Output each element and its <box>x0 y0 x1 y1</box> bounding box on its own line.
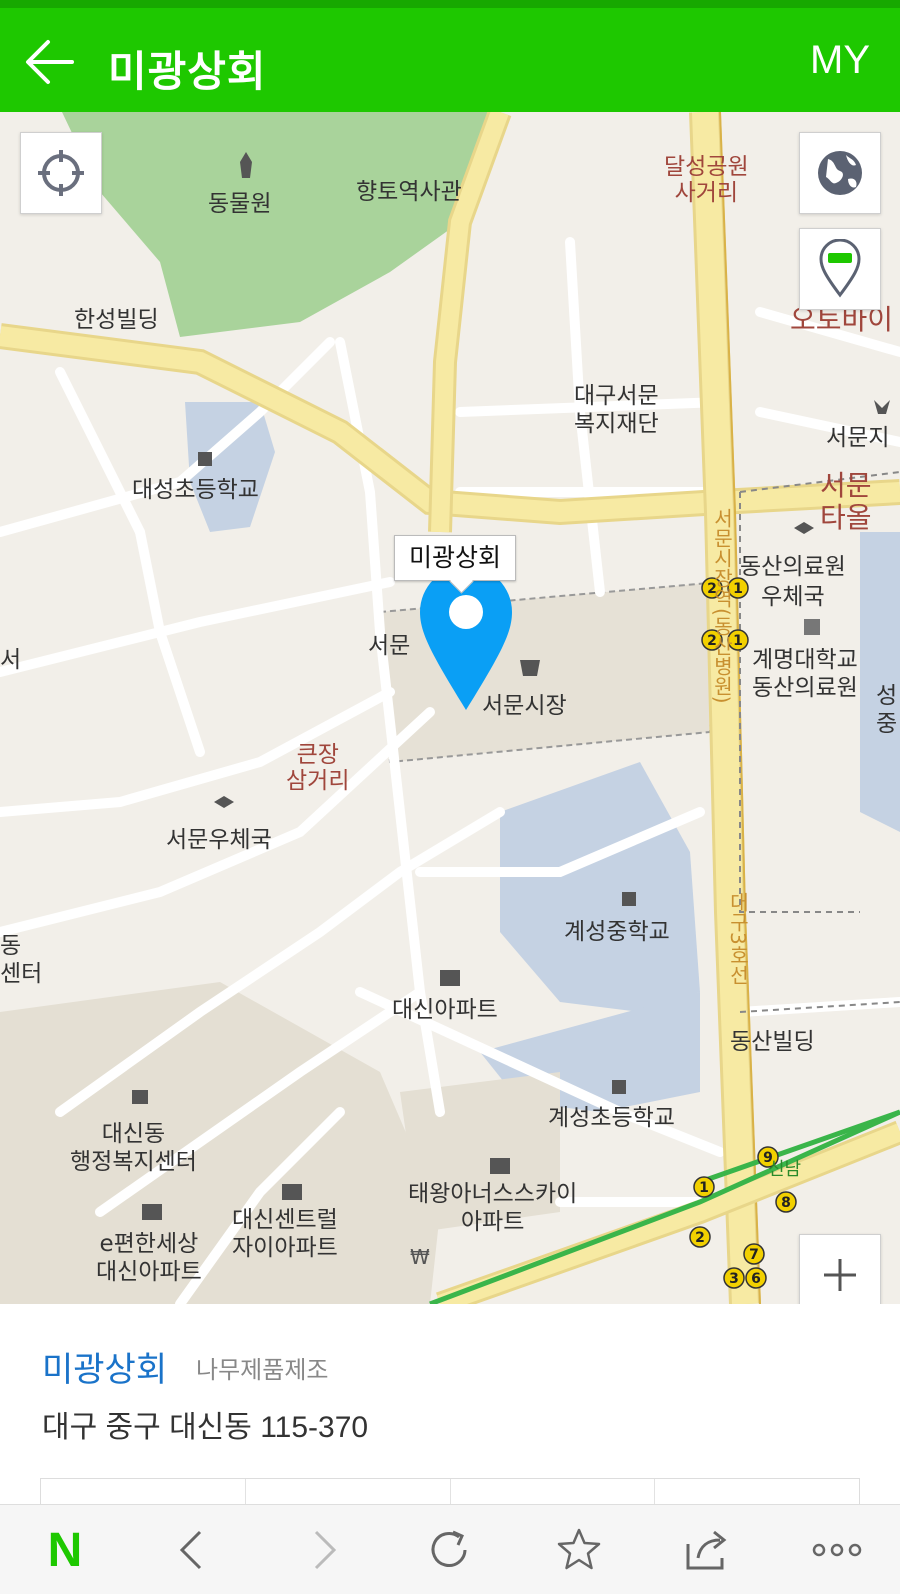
subway-marker: 1 <box>699 1180 709 1196</box>
map-label: 동 센터 <box>0 933 43 987</box>
crosshair-icon <box>38 150 84 196</box>
browser-toolbar: N <box>0 1504 900 1594</box>
bookmark-button[interactable] <box>534 1505 624 1594</box>
map-label: 서문시장역(동산병원) <box>710 508 734 704</box>
map-label: 향토역사관 <box>356 179 462 205</box>
post-office-icon <box>794 522 814 534</box>
back-icon <box>179 1530 202 1570</box>
pin-toggle-button[interactable] <box>799 228 881 310</box>
naver-home-button[interactable]: N <box>20 1505 110 1594</box>
post-office-icon <box>214 796 234 808</box>
more-icon <box>812 1543 862 1557</box>
subway-marker: 2 <box>695 1230 705 1246</box>
map-label: 계성초등학교 <box>548 1105 675 1131</box>
map-label: 한성빌딩 <box>74 307 159 333</box>
plus-icon <box>824 1259 856 1291</box>
map-pin-minus-icon <box>819 239 861 298</box>
place-info-panel: 미광상회 나무제품제조 대구 중구 대신동 115-370 <box>0 1304 900 1508</box>
page-title: 미광상회 <box>108 47 267 96</box>
subway-marker: 7 <box>749 1247 759 1263</box>
map-label: 서문 <box>368 633 411 659</box>
map-label: 큰장 삼거리 <box>286 742 350 794</box>
map-label: 대신아파트 <box>392 997 498 1023</box>
map-type-button[interactable] <box>799 132 881 214</box>
apartment-icon <box>142 1204 162 1220</box>
map-label: 서문우체국 <box>166 827 272 853</box>
globe-icon <box>818 151 862 195</box>
locate-button[interactable] <box>20 132 102 214</box>
subway-marker: 8 <box>781 1195 791 1211</box>
map-label: 대구서문 복지재단 <box>574 383 659 437</box>
subway-marker: 6 <box>751 1271 761 1287</box>
school-flag-icon <box>198 452 212 466</box>
forward-nav-button[interactable] <box>280 1505 370 1594</box>
map-label: 달성공원 사거리 <box>664 154 749 206</box>
map-label: 성 중 <box>876 683 898 737</box>
place-name[interactable]: 미광상회 <box>42 1342 167 1391</box>
map-label: 서문지 <box>826 425 890 451</box>
map-label: 서문 타올 <box>820 469 872 534</box>
refresh-button[interactable] <box>404 1505 494 1594</box>
forward-icon <box>314 1530 337 1570</box>
map-label: 대구3호선 <box>726 892 750 985</box>
government-icon <box>132 1090 148 1104</box>
subway-marker: 3 <box>729 1271 739 1287</box>
star-icon <box>557 1528 601 1570</box>
app-header: 미광상회 MY <box>0 0 900 112</box>
shopping-basket-icon <box>520 660 540 676</box>
map-label: 대신센트럴 자이아파트 <box>232 1207 338 1261</box>
map-label: e편한세상 대신아파트 <box>96 1231 202 1285</box>
map-label: 서 <box>0 647 22 673</box>
map-label: 동산빌딩 <box>730 1029 815 1055</box>
arrow-left-icon <box>26 40 74 84</box>
naver-logo-icon: N <box>47 1523 83 1577</box>
school-flag-icon <box>612 1080 626 1094</box>
zoom-in-button[interactable] <box>800 1235 880 1304</box>
zoom-controls <box>799 1234 881 1304</box>
place-category: 나무제품제조 <box>196 1356 329 1384</box>
refresh-icon <box>431 1530 467 1567</box>
apartment-icon <box>490 1158 510 1174</box>
hospital-cross-icon <box>804 619 820 635</box>
place-callout[interactable]: 미광상회 <box>394 535 517 581</box>
bank-icon: ₩ <box>410 1245 430 1269</box>
back-button[interactable] <box>22 36 82 88</box>
place-address: 대구 중구 대신동 115-370 <box>42 1411 369 1444</box>
map-label: 대신동 행정복지센터 <box>70 1121 197 1175</box>
map-label: 태왕아너스스카이 아파트 <box>408 1181 578 1235</box>
map-label: 동산의료원 우체국 <box>740 554 846 610</box>
share-icon <box>686 1530 727 1570</box>
map-label: 동물원 <box>208 191 272 217</box>
map-label: 서문시장 <box>482 693 567 719</box>
apartment-icon <box>440 970 460 986</box>
more-menu-button[interactable] <box>792 1505 882 1594</box>
map-label: 계성중학교 <box>564 919 670 945</box>
map-label: 계명대학교 동산의료원 <box>752 647 858 701</box>
back-nav-button[interactable] <box>146 1505 236 1594</box>
map-label: 신남 <box>768 1159 802 1180</box>
my-button[interactable]: MY <box>810 38 870 83</box>
map-label: 오토바이 <box>790 303 894 336</box>
map-view[interactable]: 2 1 2 1 9 1 8 2 7 3 6 ₩ 동물원 향토역사관 달성공원 사… <box>0 112 900 1304</box>
share-button[interactable] <box>662 1505 752 1594</box>
apartment-icon <box>282 1184 302 1200</box>
map-label: 대성초등학교 <box>132 477 259 503</box>
temple-icon <box>874 400 890 414</box>
school-flag-icon <box>622 892 636 906</box>
